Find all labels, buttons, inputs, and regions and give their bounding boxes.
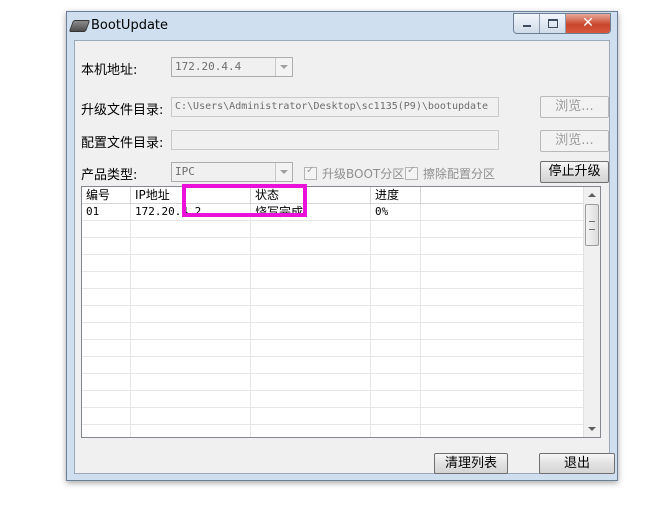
empty-row <box>82 408 584 425</box>
checkbox-check-icon <box>304 165 317 180</box>
list-header: 编号 IP地址 状态 进度 <box>82 187 584 204</box>
empty-row <box>82 425 584 437</box>
browse-upgrade-button[interactable]: 浏览... <box>540 96 609 118</box>
bootupdate-window: BootUpdate ✕ 本机地址: 172.20.4.4 升级文件目录: C:… <box>66 11 618 481</box>
clear-list-button[interactable]: 清理列表 <box>434 453 508 474</box>
local-address-value: 172.20.4.4 <box>175 60 242 73</box>
chevron-down-icon[interactable] <box>275 163 292 181</box>
column-header-status[interactable]: 状态 <box>251 187 371 203</box>
local-address-label: 本机地址: <box>81 63 138 78</box>
maximize-icon[interactable] <box>540 14 566 33</box>
cell-progress: 0% <box>371 204 421 220</box>
column-header-ip[interactable]: IP地址 <box>131 187 251 203</box>
minimize-icon[interactable] <box>514 14 540 33</box>
cell-ip: 172.20.4.2 <box>131 204 251 220</box>
close-icon[interactable]: ✕ <box>566 14 610 33</box>
empty-row <box>82 255 584 272</box>
column-header-id[interactable]: 编号 <box>82 187 131 203</box>
app-icon <box>68 20 91 32</box>
empty-row <box>82 340 584 357</box>
scroll-down-icon[interactable] <box>584 421 599 437</box>
cell-status: 烧写完成 <box>251 204 371 220</box>
browse-config-button[interactable]: 浏览... <box>540 130 609 152</box>
upgrade-boot-checkbox[interactable]: 升级BOOT分区 <box>304 165 404 182</box>
device-list[interactable]: 编号 IP地址 状态 进度 01 172.20.4.2 烧写完成 0% <box>81 186 601 438</box>
empty-row <box>82 221 584 238</box>
scroll-thumb[interactable] <box>585 204 599 246</box>
upgrade-dir-field[interactable]: C:\Users\Administrator\Desktop\sc1135(P9… <box>171 97 499 117</box>
erase-config-label: 擦除配置分区 <box>423 167 496 181</box>
checkbox-check-icon <box>405 165 418 180</box>
empty-row <box>82 374 584 391</box>
list-rows: 01 172.20.4.2 烧写完成 0% <box>82 204 584 437</box>
product-type-select[interactable]: IPC <box>171 162 293 182</box>
chevron-down-icon[interactable] <box>275 58 292 76</box>
upgrade-boot-label: 升级BOOT分区 <box>322 167 405 181</box>
empty-row <box>82 272 584 289</box>
config-dir-field[interactable] <box>171 130 499 150</box>
product-type-label: 产品类型: <box>81 168 138 183</box>
cell-id: 01 <box>82 204 131 220</box>
erase-config-checkbox[interactable]: 擦除配置分区 <box>405 165 495 182</box>
title-bar[interactable]: BootUpdate ✕ <box>67 12 617 40</box>
column-header-progress[interactable]: 进度 <box>371 187 421 203</box>
empty-row <box>82 306 584 323</box>
product-type-value: IPC <box>175 165 195 178</box>
empty-row <box>82 323 584 340</box>
exit-button[interactable]: 退出 <box>539 453 615 474</box>
empty-row <box>82 391 584 408</box>
empty-row <box>82 289 584 306</box>
upgrade-dir-label: 升级文件目录: <box>81 103 164 118</box>
window-title: BootUpdate <box>91 18 169 33</box>
scroll-up-icon[interactable] <box>584 187 599 203</box>
stop-upgrade-button[interactable]: 停止升级 <box>540 161 609 183</box>
vertical-scrollbar[interactable] <box>583 187 600 437</box>
table-row[interactable]: 01 172.20.4.2 烧写完成 0% <box>82 204 584 221</box>
empty-row <box>82 238 584 255</box>
local-address-select[interactable]: 172.20.4.4 <box>171 57 293 77</box>
config-dir-label: 配置文件目录: <box>81 136 164 151</box>
empty-row <box>82 357 584 374</box>
caption-buttons: ✕ <box>513 13 611 34</box>
dialog-client-area: 本机地址: 172.20.4.4 升级文件目录: C:\Users\Admini… <box>74 40 615 474</box>
